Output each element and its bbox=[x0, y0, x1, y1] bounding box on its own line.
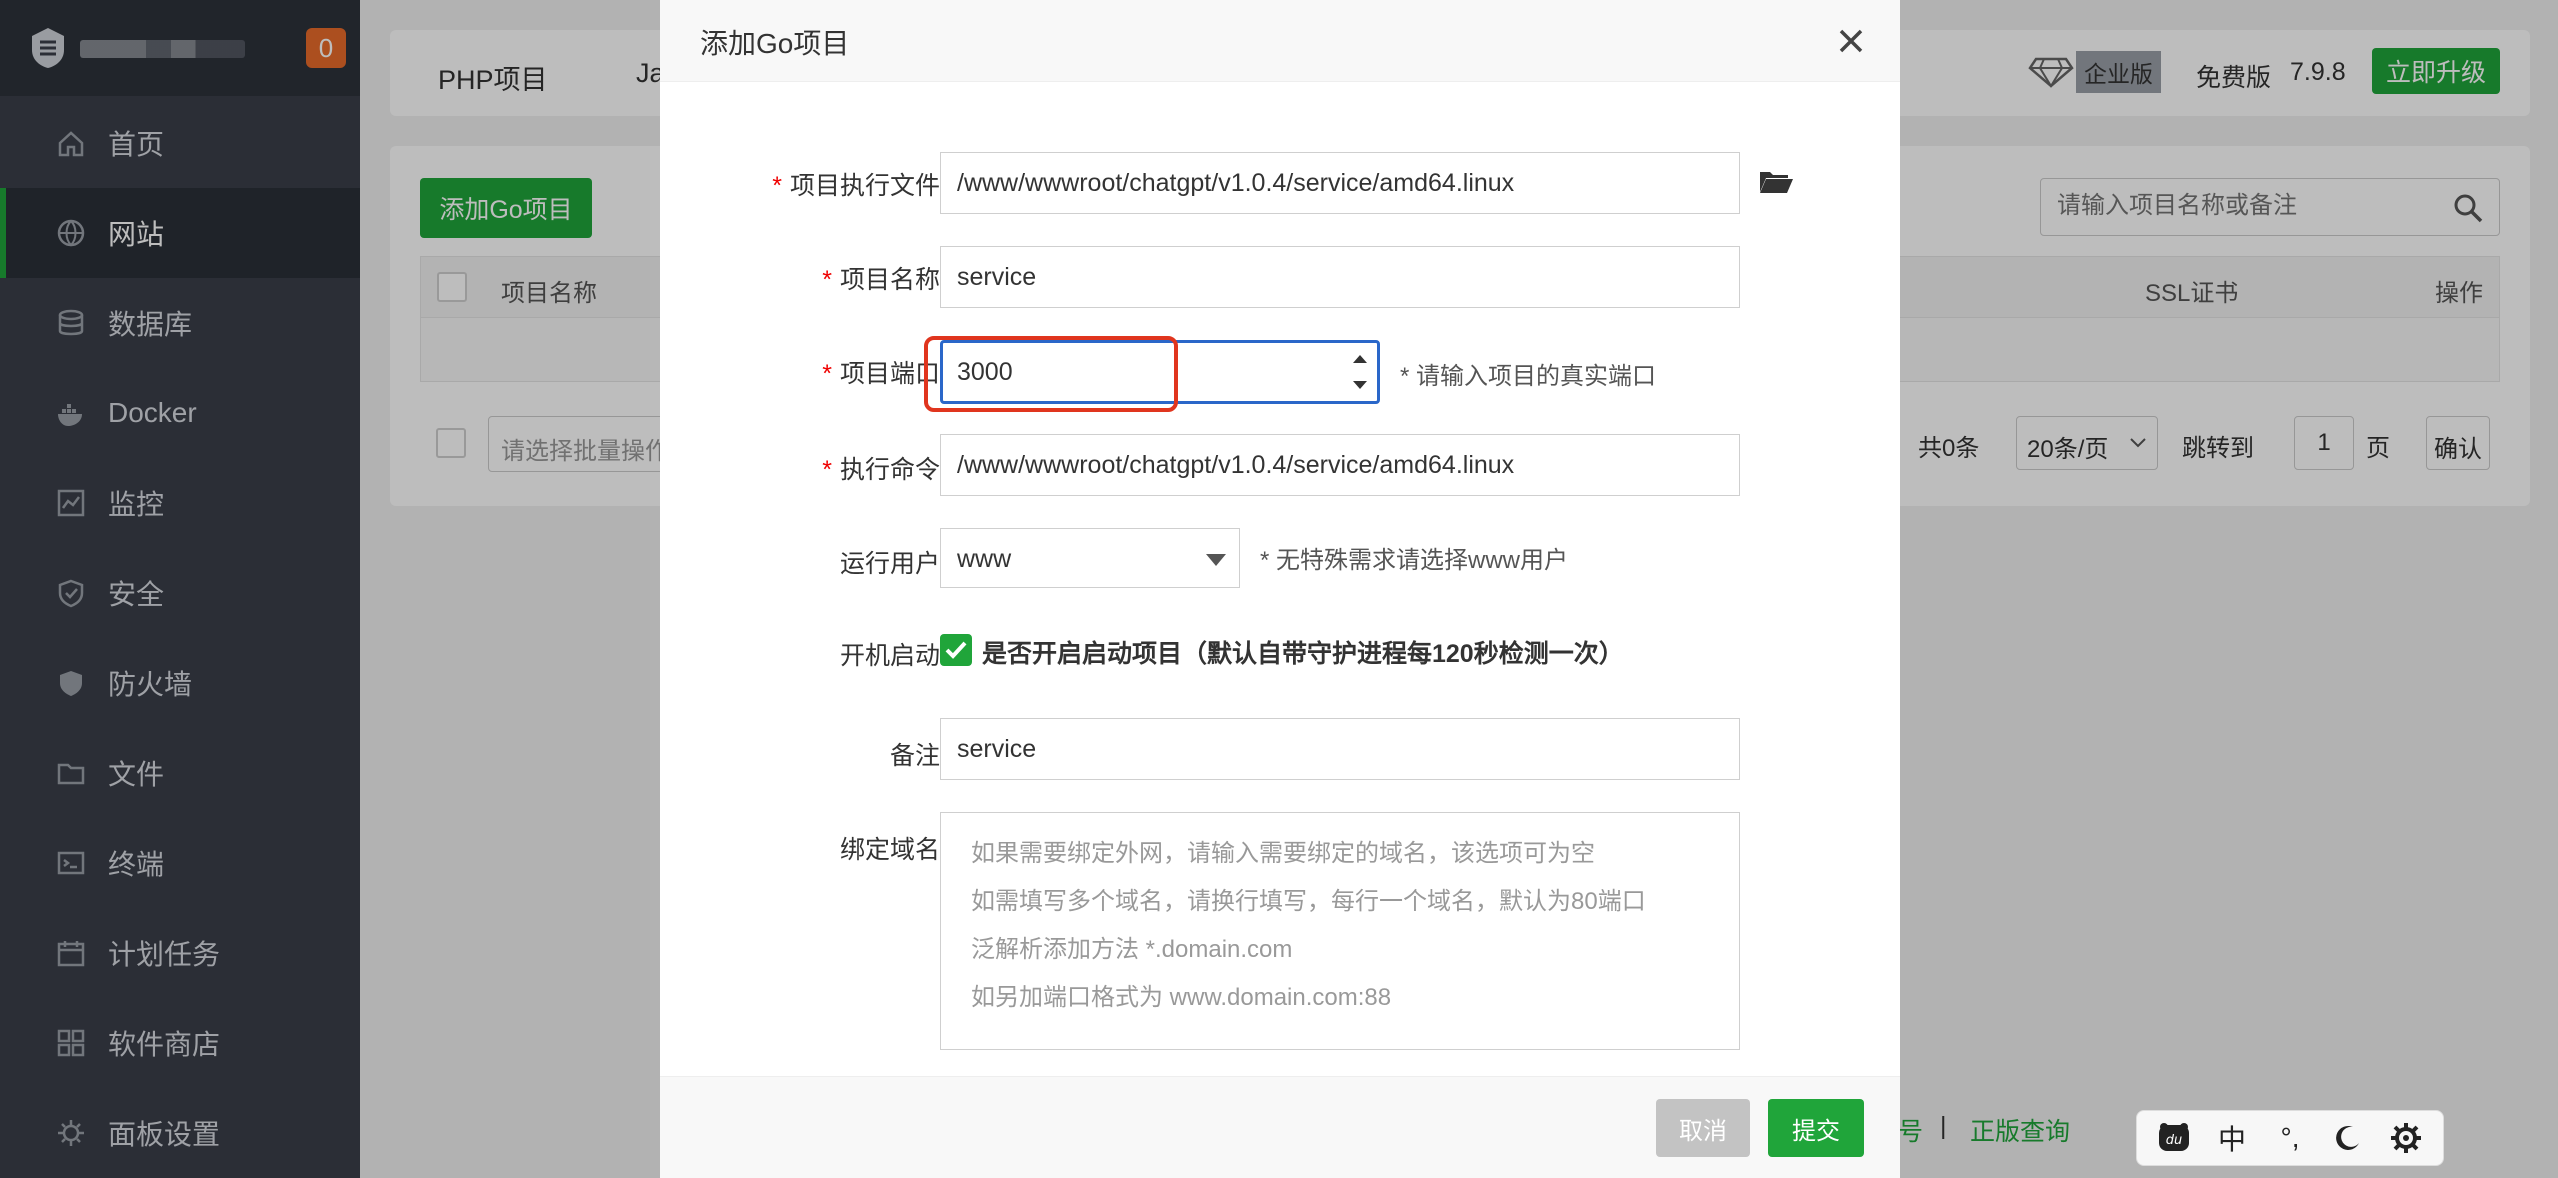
domain-placeholder-line: 如果需要绑定外网，请输入需要绑定的域名，该选项可为空 bbox=[971, 840, 1595, 867]
folder-open-icon[interactable] bbox=[1758, 166, 1794, 196]
number-spinner[interactable] bbox=[1349, 347, 1371, 397]
remark-label: 备注 bbox=[889, 742, 940, 770]
ime-chinese-toggle[interactable]: 中 bbox=[2212, 1118, 2252, 1158]
port-hint: * 请输入项目的真实端口 bbox=[1400, 363, 1657, 390]
close-icon[interactable] bbox=[1834, 24, 1868, 58]
run-user-select[interactable]: www bbox=[940, 528, 1240, 588]
run-user-value: www bbox=[957, 545, 1012, 573]
port-label: * 项目端口 bbox=[822, 360, 940, 388]
chevron-down-icon bbox=[1206, 554, 1226, 566]
dialog-footer: 取消 提交 bbox=[660, 1076, 1900, 1178]
project-name-input[interactable] bbox=[940, 246, 1740, 308]
ime-punctuation-toggle[interactable]: °, bbox=[2270, 1118, 2310, 1158]
gear-icon[interactable] bbox=[2386, 1118, 2426, 1158]
autostart-text: 是否开启启动项目（默认自带守护进程每120秒检测一次） bbox=[982, 640, 1624, 668]
domain-placeholder-line: 如需填写多个域名，请换行填写，每行一个域名，默认为80端口 bbox=[971, 888, 1646, 915]
domain-placeholder-line: 如另加端口格式为 www.domain.com:88 bbox=[971, 984, 1392, 1011]
add-go-project-dialog: 添加Go项目 *项目执行文件 *项目名称 *项目端口 * 请输入项目的真实端口 … bbox=[660, 0, 1900, 1178]
moon-icon[interactable] bbox=[2328, 1118, 2368, 1158]
port-highlight-annotation bbox=[924, 336, 1178, 412]
autostart-checkbox[interactable] bbox=[940, 634, 972, 666]
domain-placeholder-line: 泛解析添加方法 *.domain.com bbox=[971, 936, 1293, 963]
run-user-label: 运行用户 bbox=[839, 550, 940, 578]
command-label: * 执行命令 bbox=[822, 456, 940, 484]
dialog-header: 添加Go项目 bbox=[660, 0, 1900, 82]
ime-toolbar: du 中 °, bbox=[2136, 1110, 2444, 1166]
remark-input[interactable] bbox=[940, 718, 1740, 780]
exec-file-input[interactable] bbox=[940, 152, 1740, 214]
dialog-title: 添加Go项目 bbox=[700, 28, 850, 59]
run-user-hint: * 无特殊需求请选择www用户 bbox=[1260, 547, 1569, 574]
command-input[interactable] bbox=[940, 434, 1740, 496]
cancel-button[interactable]: 取消 bbox=[1656, 1099, 1750, 1157]
check-icon bbox=[945, 641, 967, 659]
svg-text:du: du bbox=[2166, 1133, 2183, 1148]
domain-label: 绑定域名 bbox=[839, 836, 940, 864]
domain-textarea[interactable]: 如果需要绑定外网，请输入需要绑定的域名，该选项可为空 如需填写多个域名，请换行填… bbox=[940, 812, 1740, 1050]
submit-button[interactable]: 提交 bbox=[1768, 1099, 1864, 1157]
exec-file-label: * 项目执行文件 bbox=[772, 172, 940, 200]
autostart-label: 开机启动 bbox=[839, 642, 940, 670]
project-name-label: * 项目名称 bbox=[822, 266, 940, 294]
ime-logo-icon[interactable]: du bbox=[2154, 1118, 2194, 1158]
